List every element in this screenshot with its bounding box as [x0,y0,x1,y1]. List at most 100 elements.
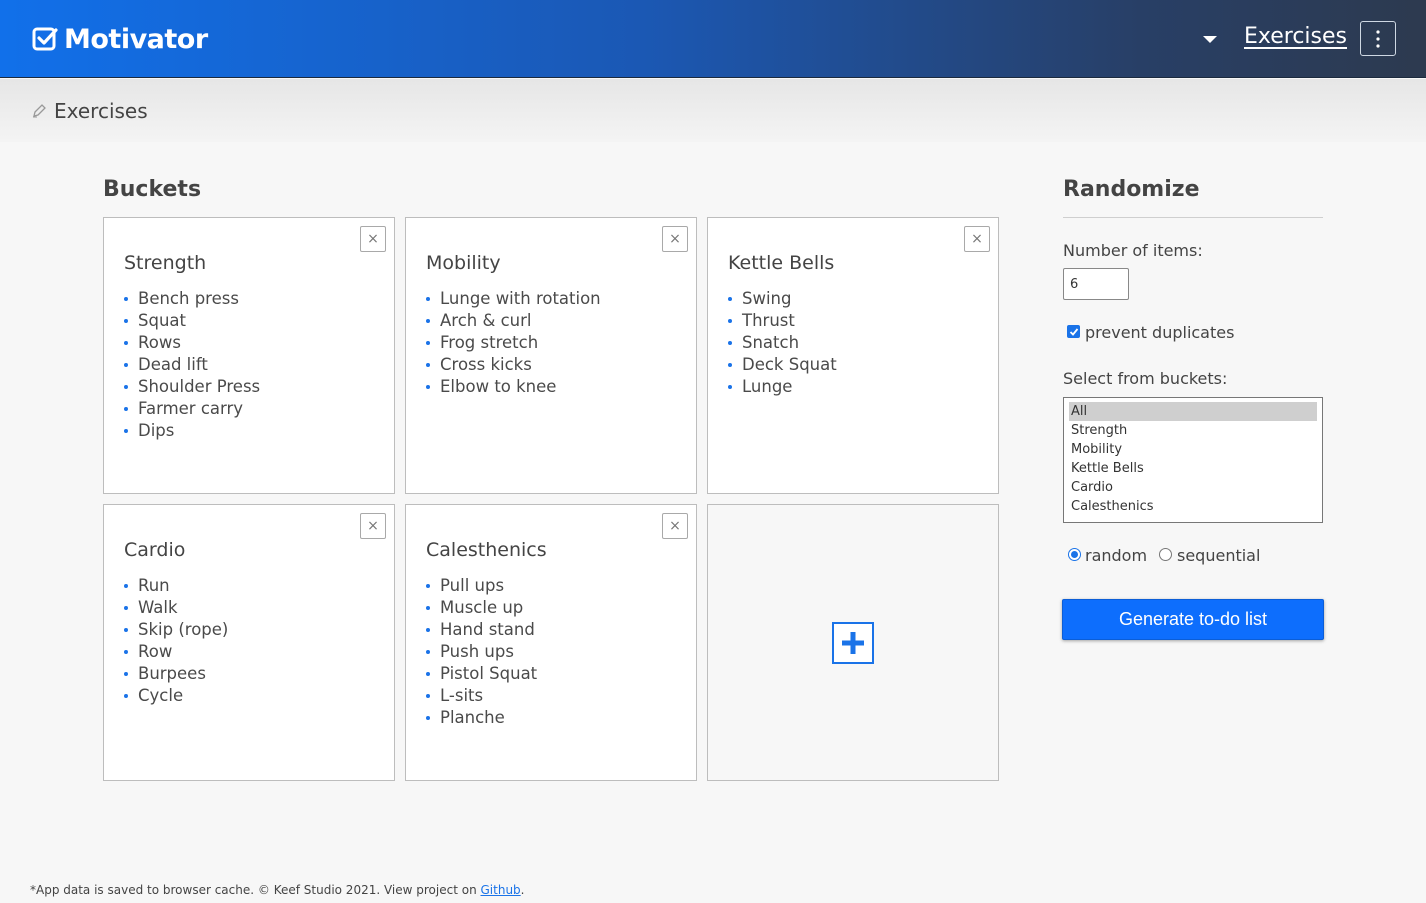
pencil-icon [33,104,46,118]
list-item: Shoulder Press [124,376,260,398]
bullet-icon [728,341,732,345]
github-link[interactable]: Github [481,883,521,897]
remove-bucket-button[interactable]: × [964,226,990,252]
list-item: Frog stretch [426,332,601,354]
bullet-icon [426,606,430,610]
list-item: Dead lift [124,354,260,376]
bucket-items: Run Walk Skip (rope) Row Burpees Cycle [124,575,228,707]
list-item: Planche [426,707,537,729]
kebab-menu-icon [1376,29,1380,48]
randomize-heading: Randomize [1063,177,1200,202]
brand-logo[interactable]: Motivator [32,22,208,56]
bullet-icon [124,628,128,632]
list-item: Run [124,575,228,597]
select-option-mobility[interactable]: Mobility [1069,440,1317,459]
bullet-icon [124,385,128,389]
bullet-icon [124,606,128,610]
bullet-icon [124,650,128,654]
bullet-icon [728,297,732,301]
divider [1063,217,1323,218]
bucket-multiselect[interactable]: All Strength Mobility Kettle Bells Cardi… [1063,397,1323,523]
list-item: Pistol Squat [426,663,537,685]
caret-down-icon[interactable] [1201,33,1219,45]
checkmark-icon [1069,327,1078,336]
remove-bucket-button[interactable]: × [662,226,688,252]
bullet-icon [426,628,430,632]
bucket-card: × Mobility Lunge with rotation Arch & cu… [405,217,697,494]
bucket-items: Swing Thrust Snatch Deck Squat Lunge [728,288,837,398]
bullet-icon [124,297,128,301]
bullet-icon [124,429,128,433]
select-option-kettle-bells[interactable]: Kettle Bells [1069,459,1317,478]
prevent-duplicates-label[interactable]: prevent duplicates [1085,323,1234,342]
page-subheader [0,79,1426,142]
bullet-icon [426,385,430,389]
footer-note: *App data is saved to browser cache. © K… [30,883,525,897]
select-option-all[interactable]: All [1069,402,1317,421]
bullet-icon [124,694,128,698]
list-item: Lunge with rotation [426,288,601,310]
bullet-icon [728,363,732,367]
remove-bucket-button[interactable]: × [662,513,688,539]
list-item: Push ups [426,641,537,663]
bucket-items: Lunge with rotation Arch & curl Frog str… [426,288,601,398]
buckets-heading: Buckets [103,177,202,202]
select-buckets-label: Select from buckets: [1063,369,1228,388]
bucket-card: × Kettle Bells Swing Thrust Snatch Deck … [707,217,999,494]
remove-bucket-button[interactable]: × [360,226,386,252]
bullet-icon [426,672,430,676]
app-header: Motivator Exercises [0,0,1426,78]
list-item: Bench press [124,288,260,310]
bullet-icon [124,407,128,411]
plus-icon [842,632,864,654]
bucket-card: × Strength Bench press Squat Rows Dead l… [103,217,395,494]
bucket-title: Cardio [124,539,186,561]
add-bucket-button[interactable] [832,622,874,664]
page-title: Exercises [54,99,148,123]
bucket-title: Calesthenics [426,539,547,561]
list-item: Row [124,641,228,663]
list-item: Elbow to knee [426,376,601,398]
bullet-icon [426,650,430,654]
bullet-icon [728,385,732,389]
select-option-strength[interactable]: Strength [1069,421,1317,440]
bucket-title: Strength [124,252,207,274]
mode-sequential-radio[interactable] [1159,548,1172,561]
bullet-icon [124,341,128,345]
list-item: L-sits [426,685,537,707]
list-item: Muscle up [426,597,537,619]
list-item: Skip (rope) [124,619,228,641]
list-item: Dips [124,420,260,442]
select-option-cardio[interactable]: Cardio [1069,478,1317,497]
list-item: Pull ups [426,575,537,597]
bullet-icon [426,584,430,588]
bucket-card: × Cardio Run Walk Skip (rope) Row Burpee… [103,504,395,781]
number-of-items-input[interactable] [1063,268,1129,300]
bullet-icon [426,341,430,345]
bullet-icon [124,319,128,323]
bucket-title: Mobility [426,252,501,274]
select-option-calesthenics[interactable]: Calesthenics [1069,497,1317,516]
mode-sequential-label[interactable]: sequential [1177,546,1260,565]
bullet-icon [124,584,128,588]
bullet-icon [124,363,128,367]
generate-todo-list-button[interactable]: Generate to-do list [1062,599,1324,640]
list-item: Farmer carry [124,398,260,420]
list-item: Walk [124,597,228,619]
bullet-icon [426,716,430,720]
check-square-icon [32,27,58,51]
mode-random-label[interactable]: random [1085,546,1147,565]
mode-random-radio[interactable] [1068,548,1081,561]
more-menu-button[interactable] [1360,21,1396,56]
prevent-duplicates-checkbox[interactable] [1067,325,1080,338]
bucket-card: × Calesthenics Pull ups Muscle up Hand s… [405,504,697,781]
list-item: Cycle [124,685,228,707]
remove-bucket-button[interactable]: × [360,513,386,539]
list-item: Burpees [124,663,228,685]
bucket-title: Kettle Bells [728,252,835,274]
nav-link-exercises[interactable]: Exercises [1244,24,1347,49]
bucket-items: Bench press Squat Rows Dead lift Shoulde… [124,288,260,442]
number-of-items-label: Number of items: [1063,241,1203,260]
bullet-icon [426,319,430,323]
list-item: Deck Squat [728,354,837,376]
